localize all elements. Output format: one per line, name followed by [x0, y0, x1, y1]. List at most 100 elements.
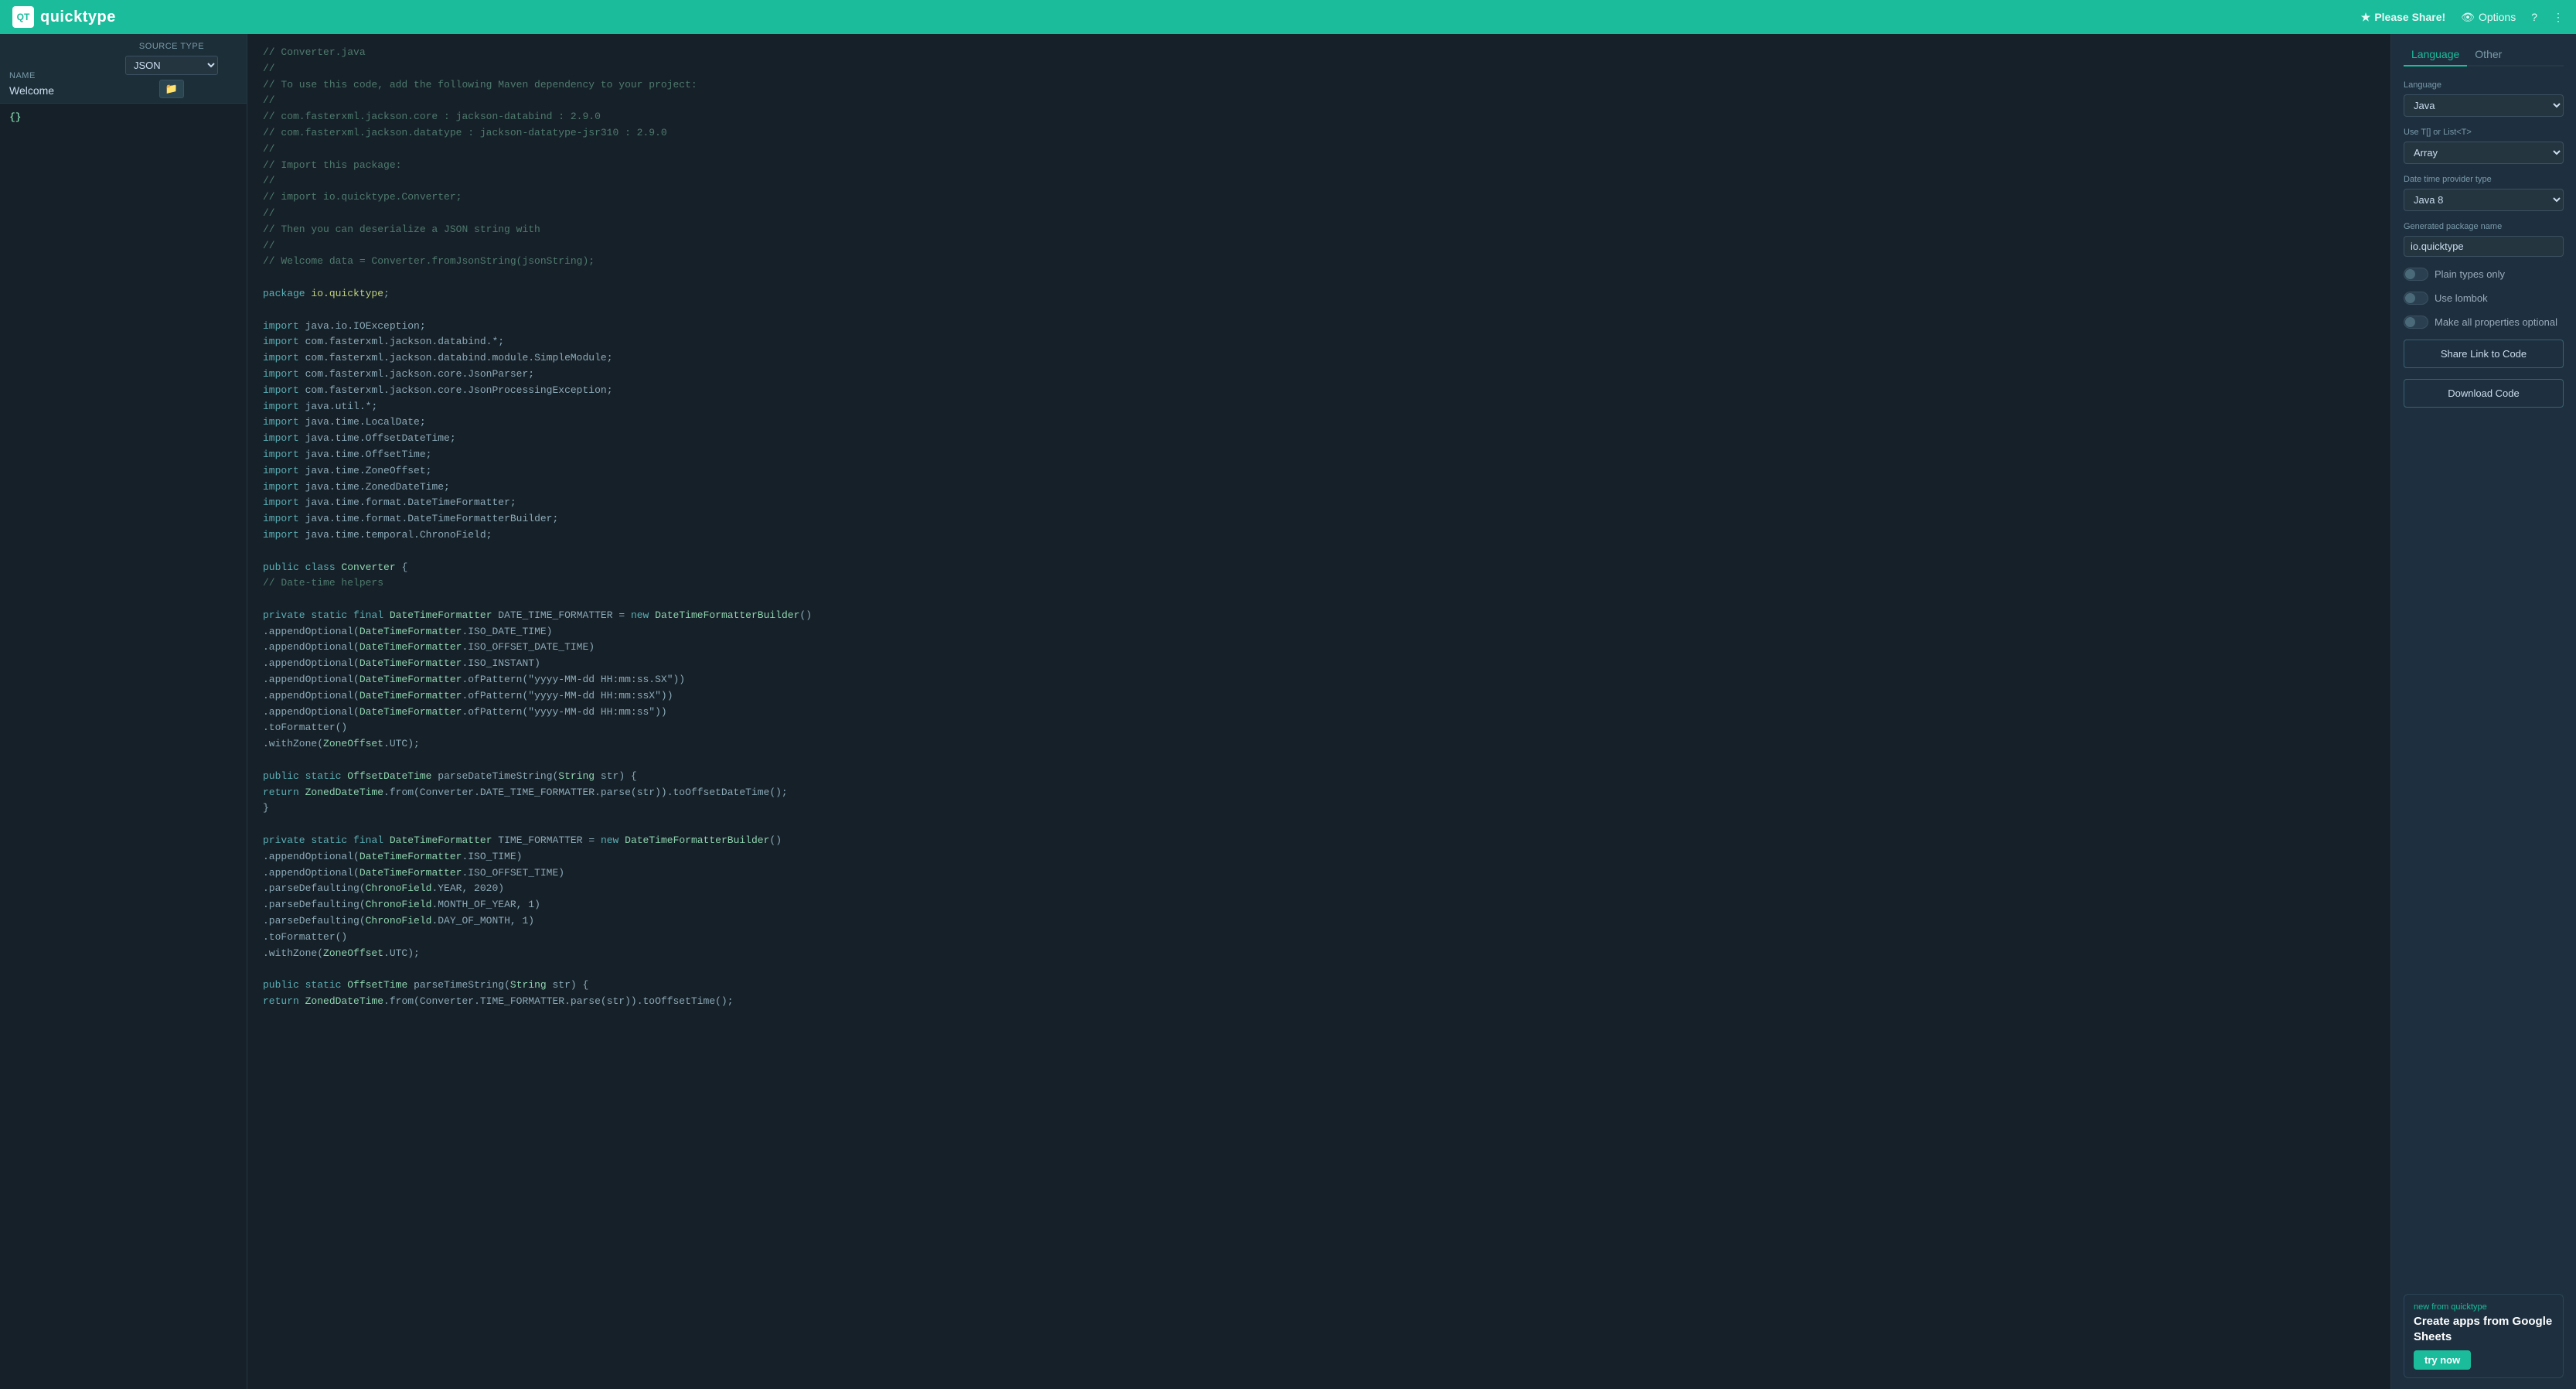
right-panel: Language Other Language Java TypeScript …	[2390, 34, 2576, 1389]
eye-icon: 👁	[2461, 11, 2475, 24]
source-type-label: Source type	[139, 42, 204, 51]
tab-bar: Language Other	[2404, 45, 2564, 67]
language-option: Language Java TypeScript JavaScript Pyth…	[2404, 80, 2564, 117]
code-line: .appendOptional(DateTimeFormatter.ISO_IN…	[263, 656, 2375, 672]
source-type-field-group: Source type JSON JSON Schema TypeScript …	[125, 42, 218, 98]
code-line: .appendOptional(DateTimeFormatter.ISO_OF…	[263, 865, 2375, 882]
code-line: import java.io.IOException;	[263, 319, 2375, 335]
tab-language[interactable]: Language	[2404, 45, 2467, 67]
star-icon: ★	[2361, 11, 2371, 24]
json-input[interactable]: {}	[0, 104, 247, 1389]
code-line: import com.fasterxml.jackson.core.JsonPr…	[263, 383, 2375, 399]
code-line: // Date-time helpers	[263, 575, 2375, 592]
name-field-group: Name	[9, 71, 110, 98]
code-line: return ZonedDateTime.from(Converter.DATE…	[263, 785, 2375, 801]
code-line: .parseDefaulting(ChronoField.DAY_OF_MONT…	[263, 913, 2375, 930]
code-line: public static OffsetTime parseTimeString…	[263, 978, 2375, 994]
code-line: // Welcome data = Converter.fromJsonStri…	[263, 254, 2375, 270]
main-content: Name Source type JSON JSON Schema TypeSc…	[0, 34, 2576, 1389]
source-type-select[interactable]: JSON JSON Schema TypeScript GraphQL	[125, 56, 218, 75]
code-line: .toFormatter()	[263, 720, 2375, 736]
code-line: //	[263, 238, 2375, 254]
left-panel: Name Source type JSON JSON Schema TypeSc…	[0, 34, 247, 1389]
use-tl-label: Use T[] or List<T>	[2404, 128, 2564, 137]
ad-new-label: new from quicktype	[2414, 1302, 2554, 1312]
optional-label: Make all properties optional	[2435, 316, 2557, 328]
package-input[interactable]	[2404, 236, 2564, 257]
options-button[interactable]: 👁 Options	[2461, 11, 2516, 24]
code-line: import com.fasterxml.jackson.databind.*;	[263, 334, 2375, 350]
plain-types-toggle-row: Plain types only	[2404, 268, 2564, 281]
more-button[interactable]: ⋮	[2553, 11, 2564, 24]
code-line: //	[263, 93, 2375, 109]
optional-toggle[interactable]	[2404, 316, 2428, 329]
app-header: QT quicktype ★ Please Share! 👁 Options ?…	[0, 0, 2576, 34]
language-select[interactable]: Java TypeScript JavaScript Python C# Go …	[2404, 94, 2564, 117]
code-line: private static final DateTimeFormatter D…	[263, 608, 2375, 624]
header-right: ★ Please Share! 👁 Options ? ⋮	[2361, 11, 2564, 24]
code-line: // com.fasterxml.jackson.datatype : jack…	[263, 125, 2375, 142]
code-line: .appendOptional(DateTimeFormatter.ofPatt…	[263, 672, 2375, 688]
code-line: public class Converter {	[263, 560, 2375, 576]
code-line: .withZone(ZoneOffset.UTC);	[263, 946, 2375, 962]
code-line: import java.time.format.DateTimeFormatte…	[263, 511, 2375, 527]
left-header: Name Source type JSON JSON Schema TypeSc…	[0, 34, 247, 104]
use-tl-select[interactable]: Array List	[2404, 142, 2564, 164]
datetime-select[interactable]: Java 8 Joda	[2404, 189, 2564, 211]
optional-toggle-row: Make all properties optional	[2404, 316, 2564, 329]
package-option: Generated package name	[2404, 222, 2564, 257]
plain-types-label: Plain types only	[2435, 268, 2505, 280]
code-line: return ZonedDateTime.from(Converter.TIME…	[263, 994, 2375, 1010]
code-line: }	[263, 800, 2375, 817]
code-line: import java.time.LocalDate;	[263, 415, 2375, 431]
datetime-label: Date time provider type	[2404, 175, 2564, 184]
use-tl-option: Use T[] or List<T> Array List	[2404, 128, 2564, 164]
download-code-button[interactable]: Download Code	[2404, 379, 2564, 408]
lombok-label: Use lombok	[2435, 292, 2488, 304]
code-line: import java.time.ZonedDateTime;	[263, 479, 2375, 496]
lombok-toggle[interactable]	[2404, 292, 2428, 305]
code-line: import com.fasterxml.jackson.core.JsonPa…	[263, 367, 2375, 383]
code-panel: // Converter.java//// To use this code, …	[247, 34, 2390, 1389]
code-line: .withZone(ZoneOffset.UTC);	[263, 736, 2375, 753]
logo-icon: QT	[12, 6, 34, 28]
code-line: private static final DateTimeFormatter T…	[263, 833, 2375, 849]
code-line: // import io.quicktype.Converter;	[263, 189, 2375, 206]
code-line: import java.time.OffsetDateTime;	[263, 431, 2375, 447]
code-line: import java.util.*;	[263, 399, 2375, 415]
code-line: package io.quicktype;	[263, 286, 2375, 302]
package-label: Generated package name	[2404, 222, 2564, 231]
code-line: .appendOptional(DateTimeFormatter.ofPatt…	[263, 705, 2375, 721]
datetime-option: Date time provider type Java 8 Joda	[2404, 175, 2564, 211]
code-line: // Import this package:	[263, 158, 2375, 174]
code-line: .appendOptional(DateTimeFormatter.ISO_TI…	[263, 849, 2375, 865]
logo-text: quicktype	[40, 9, 116, 26]
code-line: .parseDefaulting(ChronoField.YEAR, 2020)	[263, 881, 2375, 897]
code-line: .appendOptional(DateTimeFormatter.ISO_DA…	[263, 624, 2375, 640]
lombok-toggle-row: Use lombok	[2404, 292, 2564, 305]
code-line: .parseDefaulting(ChronoField.MONTH_OF_YE…	[263, 897, 2375, 913]
code-line: //	[263, 61, 2375, 77]
code-line: //	[263, 173, 2375, 189]
code-line: //	[263, 206, 2375, 222]
header-left: QT quicktype	[12, 6, 116, 28]
share-button[interactable]: ★ Please Share!	[2361, 11, 2445, 24]
share-link-button[interactable]: Share Link to Code	[2404, 340, 2564, 368]
code-line: // Then you can deserialize a JSON strin…	[263, 222, 2375, 238]
tab-other[interactable]: Other	[2467, 45, 2510, 67]
code-line: public static OffsetDateTime parseDateTi…	[263, 769, 2375, 785]
ad-try-button[interactable]: try now	[2414, 1350, 2471, 1370]
code-line: import java.time.ZoneOffset;	[263, 463, 2375, 479]
open-folder-button[interactable]: 📁	[159, 80, 184, 98]
code-line: import com.fasterxml.jackson.databind.mo…	[263, 350, 2375, 367]
ad-title: Create apps from Google Sheets	[2414, 1314, 2554, 1344]
name-label: Name	[9, 71, 110, 80]
code-line: import java.time.temporal.ChronoField;	[263, 527, 2375, 544]
language-label: Language	[2404, 80, 2564, 90]
help-button[interactable]: ?	[2531, 11, 2537, 23]
code-line: import java.time.format.DateTimeFormatte…	[263, 495, 2375, 511]
code-line: .appendOptional(DateTimeFormatter.ofPatt…	[263, 688, 2375, 705]
plain-types-toggle[interactable]	[2404, 268, 2428, 281]
name-input[interactable]	[9, 83, 110, 98]
code-line: .toFormatter()	[263, 930, 2375, 946]
